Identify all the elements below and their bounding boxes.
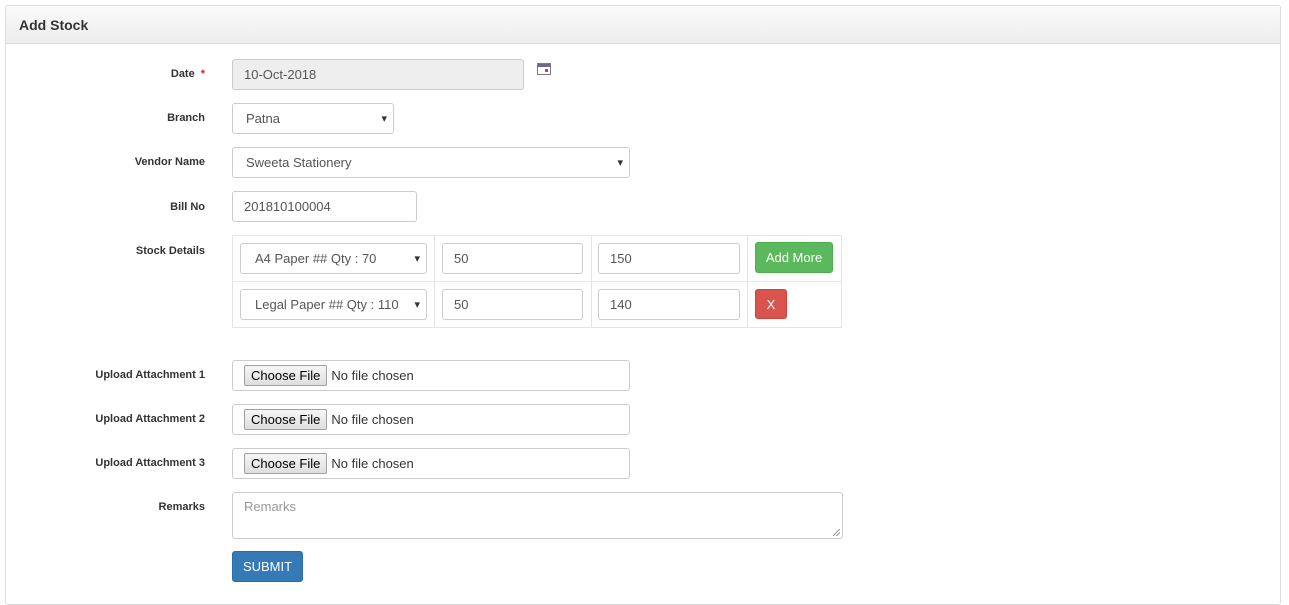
required-mark: * — [200, 68, 205, 80]
stock-details-label: Stock Details — [135, 245, 205, 257]
remove-row-button[interactable]: X — [755, 289, 787, 319]
stock-item-select[interactable]: A4 Paper ## Qty : 70 — [240, 243, 427, 274]
row-divider — [233, 281, 841, 282]
remarks-placeholder: Remarks — [244, 499, 297, 514]
choose-file-button[interactable]: Choose File — [244, 453, 328, 474]
attachment-3-label: Upload Attachment 3 — [95, 457, 205, 469]
stock-item-select[interactable]: Legal Paper ## Qty : 110 — [240, 289, 427, 320]
calendar-icon[interactable] — [537, 63, 551, 75]
date-input[interactable]: 10-Oct-2018 — [232, 59, 524, 90]
submit-button[interactable]: SUBMIT — [232, 551, 303, 582]
vendor-label: Vendor Name — [134, 156, 205, 168]
branch-select[interactable]: Patna — [232, 103, 394, 134]
attachment-2-label: Upload Attachment 2 — [95, 413, 205, 425]
remarks-label: Remarks — [158, 501, 205, 513]
attachment-1-input[interactable]: Choose File No file chosen — [232, 360, 630, 391]
col-divider — [591, 236, 592, 327]
bill-no-input[interactable]: 201810100004 — [232, 191, 417, 222]
vendor-select[interactable]: Sweeta Stationery — [232, 147, 630, 178]
attachment-1-label: Upload Attachment 1 — [95, 369, 205, 381]
attachment-3-input[interactable]: Choose File No file chosen — [232, 448, 630, 479]
stock-qty-input[interactable]: 50 — [442, 243, 583, 274]
resize-handle-icon[interactable] — [833, 529, 840, 536]
date-label: Date * — [170, 68, 205, 80]
stock-price-input[interactable]: 140 — [598, 289, 740, 320]
choose-file-button[interactable]: Choose File — [244, 409, 328, 430]
add-more-button[interactable]: Add More — [755, 242, 833, 273]
bill-no-label: Bill No — [170, 201, 205, 213]
col-divider — [434, 236, 435, 327]
stock-qty-input[interactable]: 50 — [442, 289, 583, 320]
choose-file-button[interactable]: Choose File — [244, 365, 328, 386]
file-status: No file chosen — [331, 412, 414, 427]
file-status: No file chosen — [331, 368, 414, 383]
branch-label: Branch — [167, 112, 205, 124]
panel-title: Add Stock — [6, 6, 1280, 44]
remarks-textarea[interactable]: Remarks — [232, 492, 843, 539]
col-divider — [747, 236, 748, 327]
attachment-2-input[interactable]: Choose File No file chosen — [232, 404, 630, 435]
file-status: No file chosen — [331, 456, 414, 471]
stock-price-input[interactable]: 150 — [598, 243, 740, 274]
